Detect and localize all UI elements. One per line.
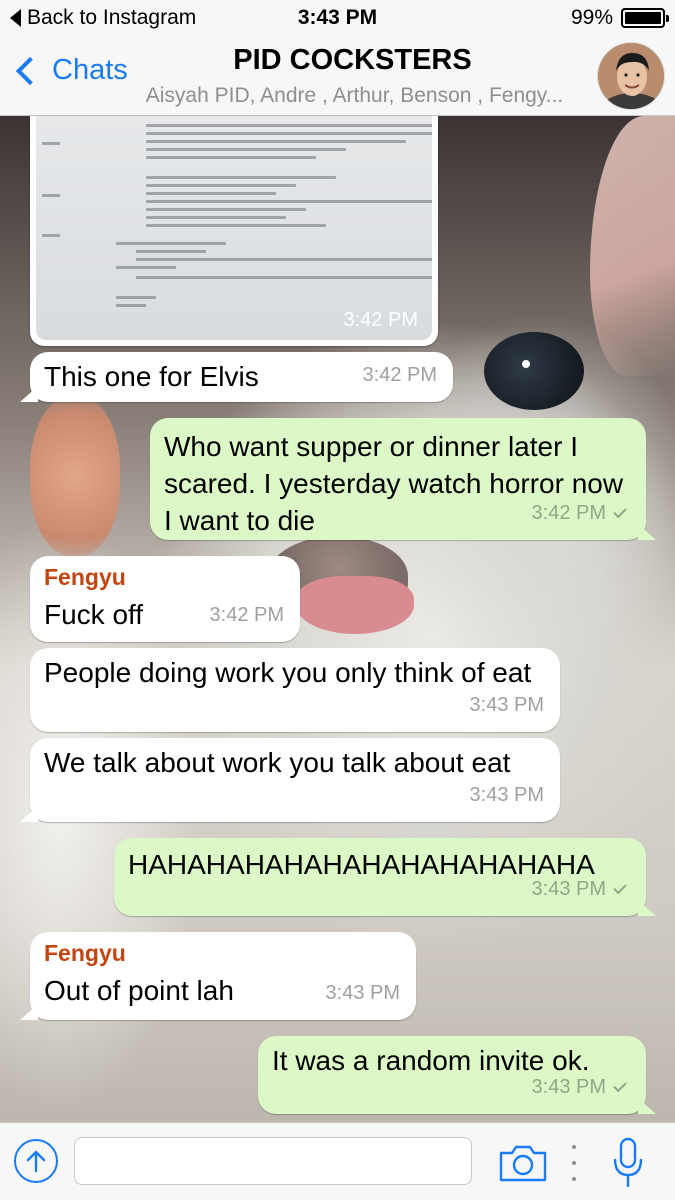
- sent-check-icon: [613, 1078, 627, 1093]
- message-text: Fuck off: [44, 599, 144, 630]
- camera-button[interactable]: [498, 1143, 548, 1183]
- battery-icon: [621, 8, 669, 28]
- battery-percent: 99%: [570, 6, 613, 29]
- message-input[interactable]: [74, 1137, 472, 1185]
- message-bubble-incoming[interactable]: We talk about work you talk about eat 3:…: [20, 738, 560, 822]
- message-bubble-incoming[interactable]: Fengyu Out of point lah 3:43 PM: [20, 932, 416, 1020]
- message-bubble-incoming[interactable]: People doing work you only think of eat …: [30, 648, 560, 732]
- message-time-value: 3:43 PM: [531, 878, 606, 900]
- message-time: 3:42 PM: [362, 364, 437, 386]
- sent-check-icon: [613, 880, 627, 895]
- wallpaper-hand: [30, 396, 120, 556]
- battery-status: 99%: [570, 6, 669, 30]
- camera-icon: [499, 1145, 547, 1182]
- message-time: 3:43 PM: [531, 871, 627, 908]
- group-participants[interactable]: Aisyah PID, Andre , Arthur, Benson , Fen…: [120, 84, 589, 108]
- message-time: 3:43 PM: [325, 982, 400, 1004]
- chats-back-button[interactable]: Chats: [14, 54, 128, 87]
- sender-name[interactable]: Fengyu: [44, 938, 402, 968]
- wallpaper-cat-tongue: [296, 576, 414, 634]
- upload-icon: [26, 1150, 46, 1173]
- document-photo[interactable]: [36, 116, 432, 340]
- message-text: Out of point lah: [44, 975, 234, 1006]
- upload-button[interactable]: [14, 1139, 58, 1183]
- message-time-value: 3:43 PM: [531, 1076, 606, 1098]
- wallpaper-cat-eye: [484, 332, 584, 410]
- message-bubble-outgoing[interactable]: HAHAHAHAHAHAHAHAHAHAHAHA 3:43 PM: [114, 838, 656, 916]
- message-bubble-incoming[interactable]: Fengyu Fuck off 3:42 PM: [30, 556, 300, 642]
- message-time: 3:43 PM: [469, 694, 544, 716]
- message-time: 3:43 PM: [531, 1069, 627, 1106]
- status-bar: Back to Instagram 3:43 PM 99%: [0, 0, 675, 38]
- image-message[interactable]: 3:42 PM: [30, 116, 438, 346]
- chevron-left-icon: [15, 56, 45, 85]
- message-text: This one for Elvis: [44, 361, 259, 392]
- more-options-button[interactable]: [570, 1145, 578, 1181]
- message-bubble-outgoing[interactable]: Who want supper or dinner later I scared…: [150, 418, 656, 540]
- chat-header: Chats PID COCKSTERS Aisyah PID, Andre , …: [0, 38, 675, 116]
- sent-check-icon: [613, 504, 627, 519]
- more-dots-icon: [572, 1145, 576, 1149]
- wallpaper-cat-ear: [590, 116, 675, 376]
- composer-bar: [0, 1122, 675, 1200]
- group-avatar[interactable]: [597, 42, 665, 110]
- chats-back-label: Chats: [52, 54, 128, 86]
- message-time-value: 3:42 PM: [531, 502, 606, 524]
- message-bubble-incoming[interactable]: This one for Elvis 3:42 PM: [20, 352, 453, 402]
- message-text: We talk about work you talk about eat: [44, 747, 511, 778]
- message-text: People doing work you only think of eat: [44, 657, 532, 688]
- microphone-button[interactable]: [608, 1135, 648, 1191]
- group-title[interactable]: PID COCKSTERS: [120, 44, 585, 77]
- sender-name[interactable]: Fengyu: [44, 562, 286, 592]
- message-time: 3:43 PM: [469, 784, 544, 806]
- message-time: 3:42 PM: [343, 309, 418, 331]
- message-bubble-outgoing[interactable]: It was a random invite ok. 3:43 PM: [258, 1036, 656, 1114]
- message-time: 3:42 PM: [209, 604, 284, 626]
- message-text: HAHAHAHAHAHAHAHAHAHAHAHA: [128, 849, 595, 880]
- microphone-icon: [613, 1137, 643, 1187]
- message-time: 3:42 PM: [531, 495, 627, 532]
